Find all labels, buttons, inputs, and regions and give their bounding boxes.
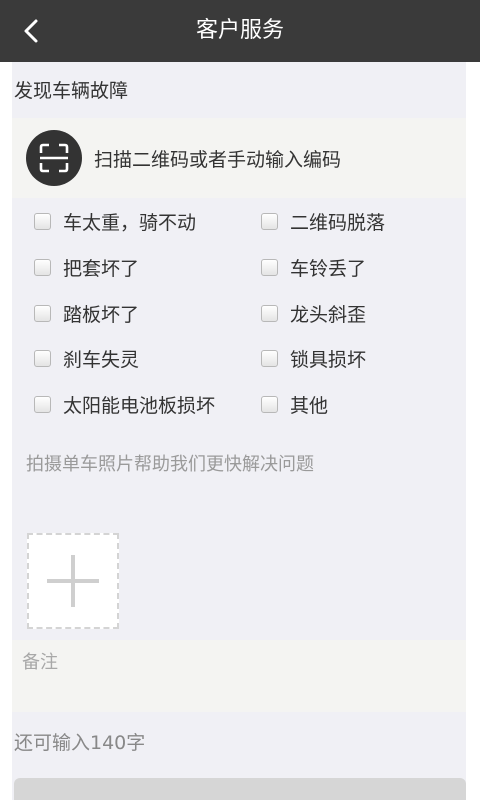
app-header: 客户服务 — [0, 0, 480, 62]
option-label: 踏板坏了 — [63, 303, 140, 326]
option-qr-detached[interactable]: 二维码脱落 — [261, 206, 385, 236]
option-label: 车太重，骑不动 — [63, 211, 197, 234]
main-content: 发现车辆故障 扫描二维码或者手动输入编码 车太重，骑不动 二维码脱落 把套坏了 … — [12, 62, 466, 800]
option-label: 锁具损坏 — [290, 348, 367, 371]
chevron-left-icon — [24, 19, 38, 43]
checkbox[interactable] — [261, 212, 278, 230]
option-label: 龙头斜歪 — [290, 303, 367, 326]
option-grip-broken[interactable]: 把套坏了 — [34, 252, 139, 282]
option-too-heavy[interactable]: 车太重，骑不动 — [34, 206, 196, 236]
option-bell-lost[interactable]: 车铃丢了 — [261, 252, 366, 282]
checkbox[interactable] — [34, 395, 51, 413]
add-photo-button[interactable] — [27, 533, 119, 629]
scan-qr-button[interactable]: 扫描二维码或者手动输入编码 — [12, 118, 466, 198]
checkbox[interactable] — [261, 258, 278, 276]
option-handlebar-bent[interactable]: 龙头斜歪 — [261, 298, 366, 328]
page-title: 客户服务 — [195, 18, 284, 43]
option-label: 把套坏了 — [63, 257, 140, 280]
option-label: 车铃丢了 — [290, 257, 367, 280]
option-label: 太阳能电池板损坏 — [63, 394, 216, 417]
checkbox[interactable] — [34, 304, 51, 322]
option-label: 其他 — [290, 394, 329, 417]
option-solar-panel-damaged[interactable]: 太阳能电池板损坏 — [34, 389, 215, 419]
checkbox[interactable] — [261, 349, 278, 367]
submit-button[interactable] — [14, 778, 466, 800]
option-brake-failure[interactable]: 刹车失灵 — [34, 343, 139, 373]
option-lock-damaged[interactable]: 锁具损坏 — [261, 343, 366, 373]
option-other[interactable]: 其他 — [261, 389, 328, 419]
photo-hint: 拍摄单车照片帮助我们更快解决问题 — [26, 454, 314, 475]
checkbox[interactable] — [34, 349, 51, 367]
option-label: 刹车失灵 — [63, 348, 140, 371]
option-pedal-broken[interactable]: 踏板坏了 — [34, 298, 139, 328]
section-title: 发现车辆故障 — [14, 80, 129, 102]
back-button[interactable] — [14, 14, 48, 48]
option-label: 二维码脱落 — [290, 211, 386, 234]
remark-input[interactable] — [12, 640, 466, 712]
scan-label: 扫描二维码或者手动输入编码 — [94, 149, 342, 171]
checkbox[interactable] — [34, 258, 51, 276]
qr-scan-icon — [26, 130, 82, 186]
char-count: 还可输入140字 — [14, 732, 146, 754]
checkbox[interactable] — [34, 212, 51, 230]
checkbox[interactable] — [261, 395, 278, 413]
plus-icon — [47, 555, 99, 607]
checkbox[interactable] — [261, 304, 278, 322]
